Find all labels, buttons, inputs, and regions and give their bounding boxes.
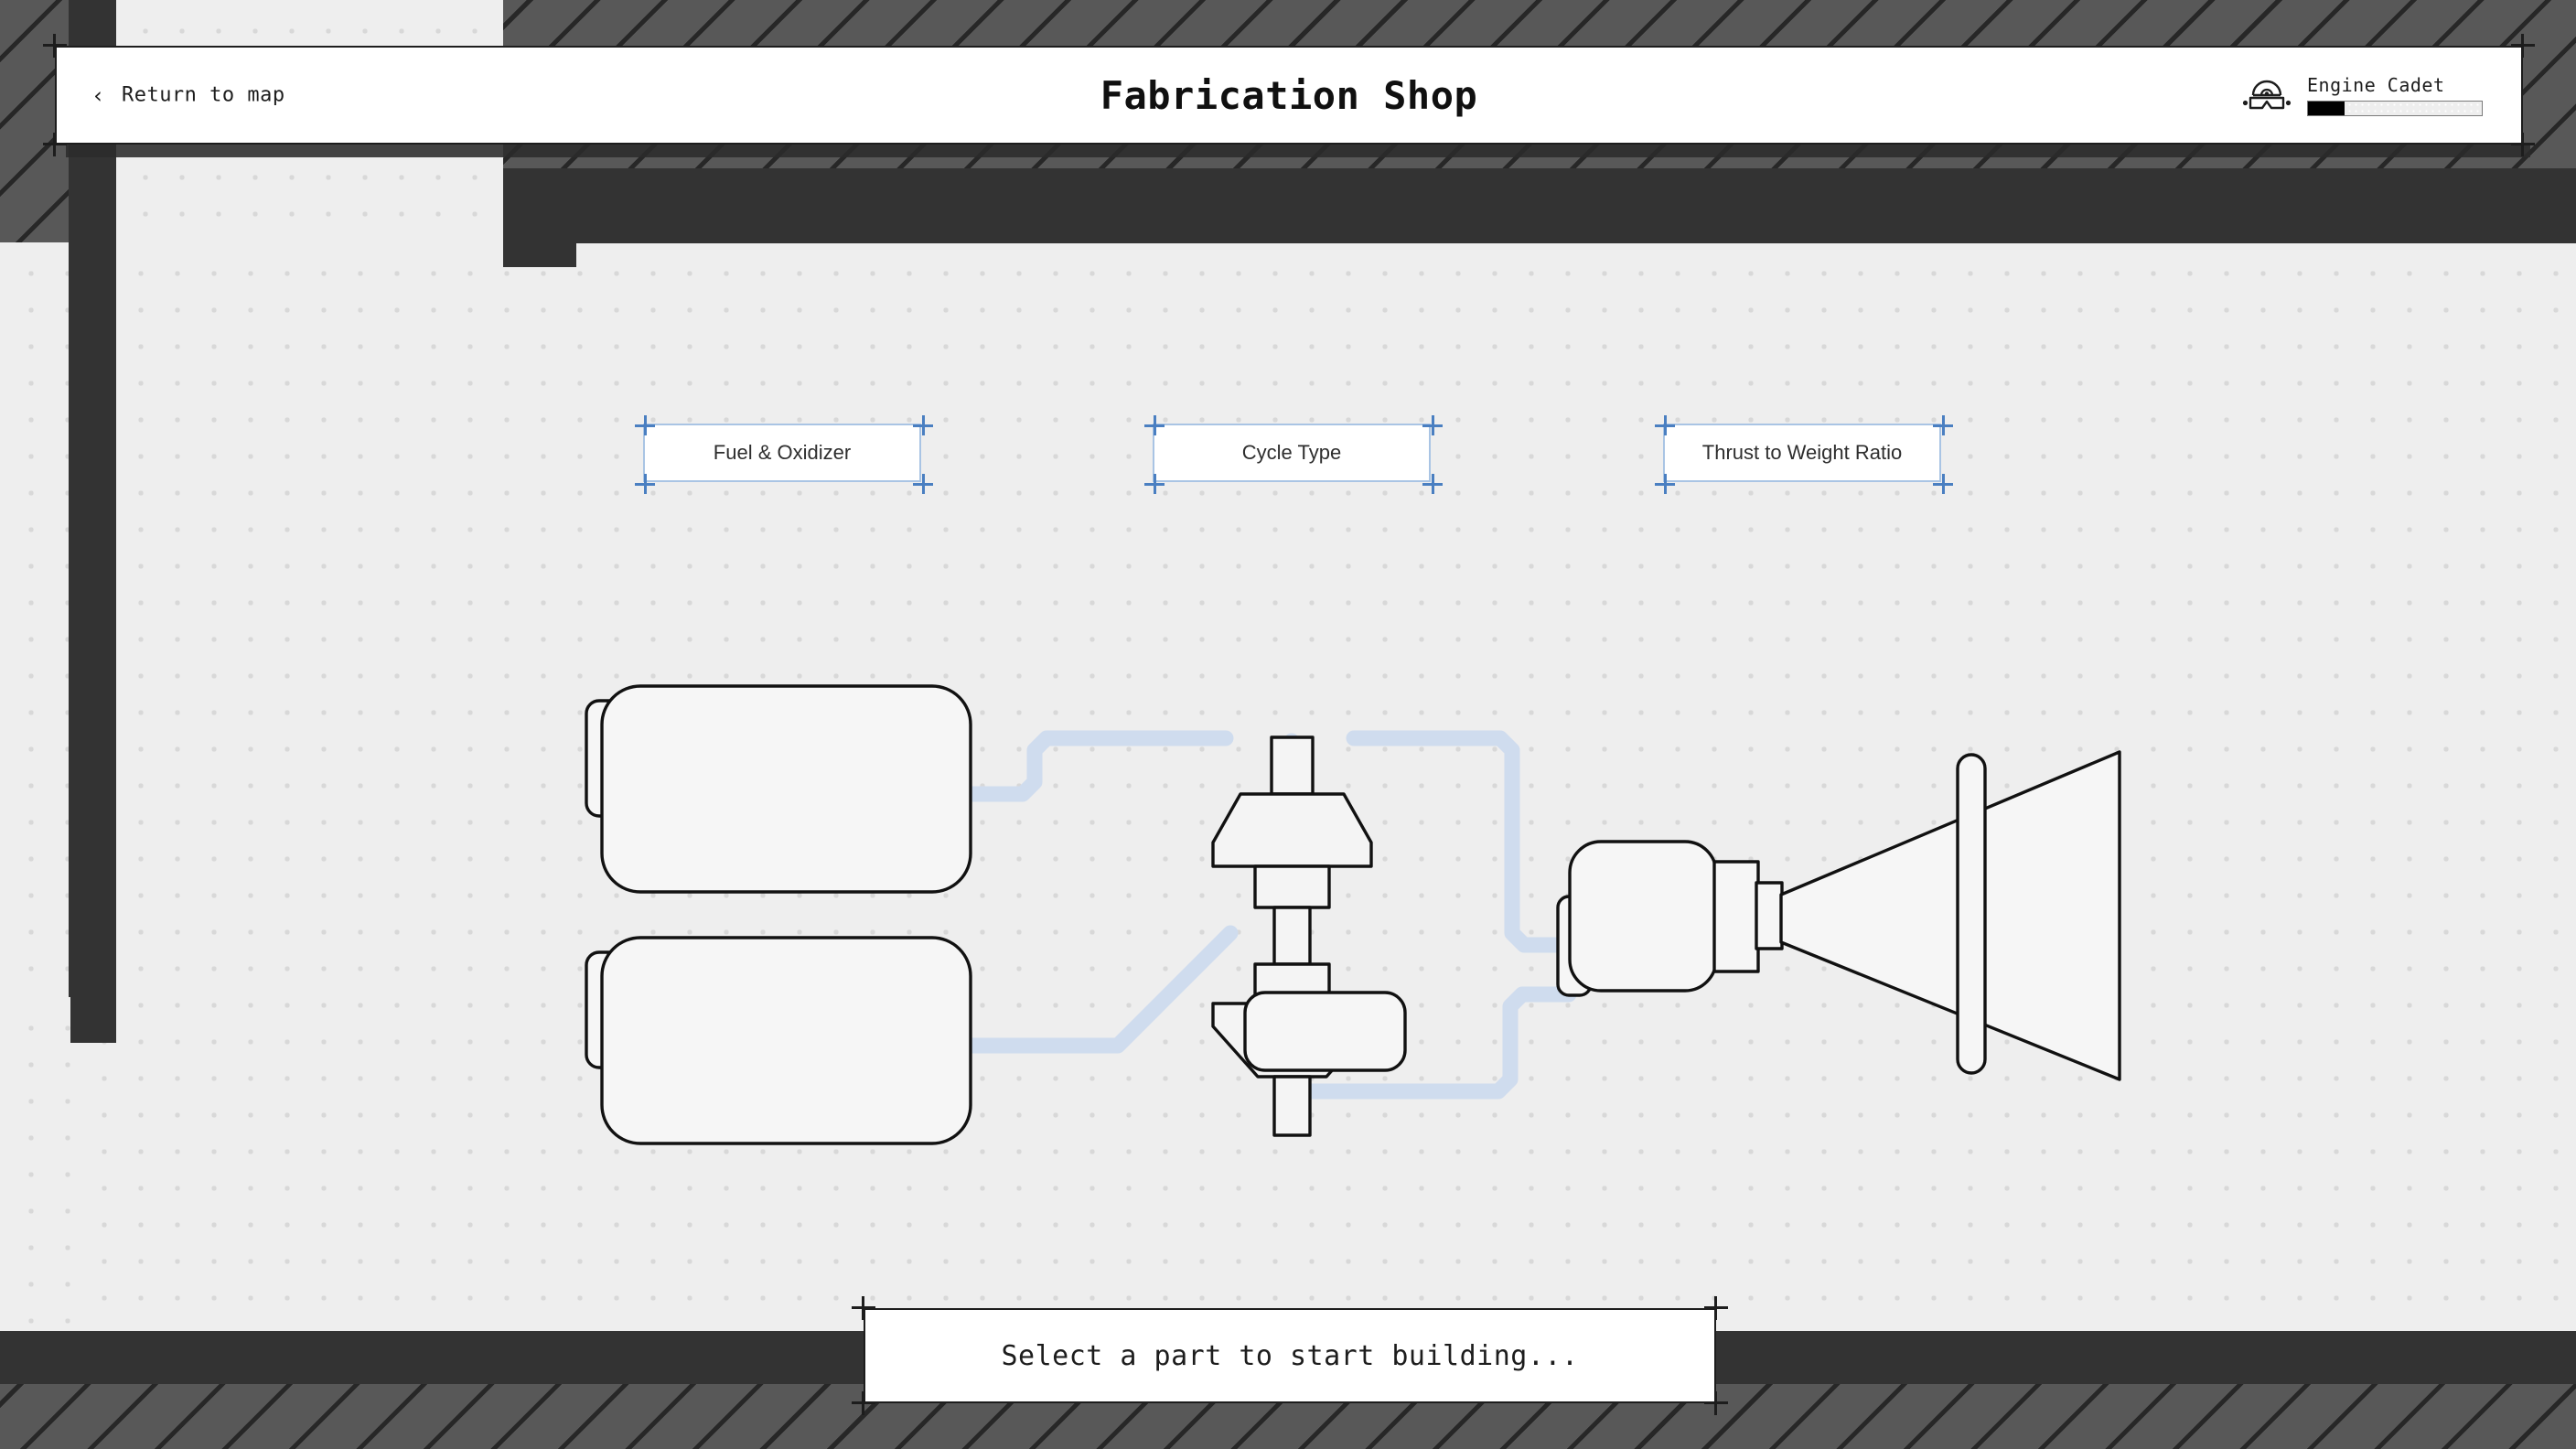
part-selector-button[interactable]: Fuel & Oxidizer: [635, 415, 933, 494]
page-title: Fabrication Shop: [1100, 72, 1478, 118]
part-selector-button[interactable]: Thrust to Weight Ratio: [1655, 415, 1953, 494]
header-bar: ‹ Return to map Fabrication Shop Engine …: [55, 46, 2523, 145]
factory-floor: [0, 242, 2576, 1331]
wall-corner-block: [503, 168, 576, 267]
part-selector-label: Thrust to Weight Ratio: [1701, 441, 1903, 464]
part-selector-label: Fuel & Oxidizer: [713, 441, 852, 464]
top-wall: [503, 168, 2576, 243]
header-shadow: [66, 145, 2530, 157]
left-lower-floor: [0, 997, 70, 1331]
shop-room-background: [0, 0, 2576, 1449]
rank-label: Engine Cadet: [2307, 74, 2445, 96]
status-message: Select a part to start building...: [1001, 1339, 1579, 1372]
welding-helmet-icon: [2241, 75, 2292, 115]
rank-progress-bar: [2307, 101, 2483, 116]
part-selector-label: Cycle Type: [1241, 441, 1342, 464]
rank-texts: Engine Cadet: [2307, 74, 2483, 116]
status-bar: Select a part to start building...: [864, 1308, 1716, 1403]
part-selector-button[interactable]: Cycle Type: [1144, 415, 1443, 494]
rank-block: Engine Cadet: [2241, 74, 2483, 116]
rank-progress-fill: [2308, 102, 2345, 115]
